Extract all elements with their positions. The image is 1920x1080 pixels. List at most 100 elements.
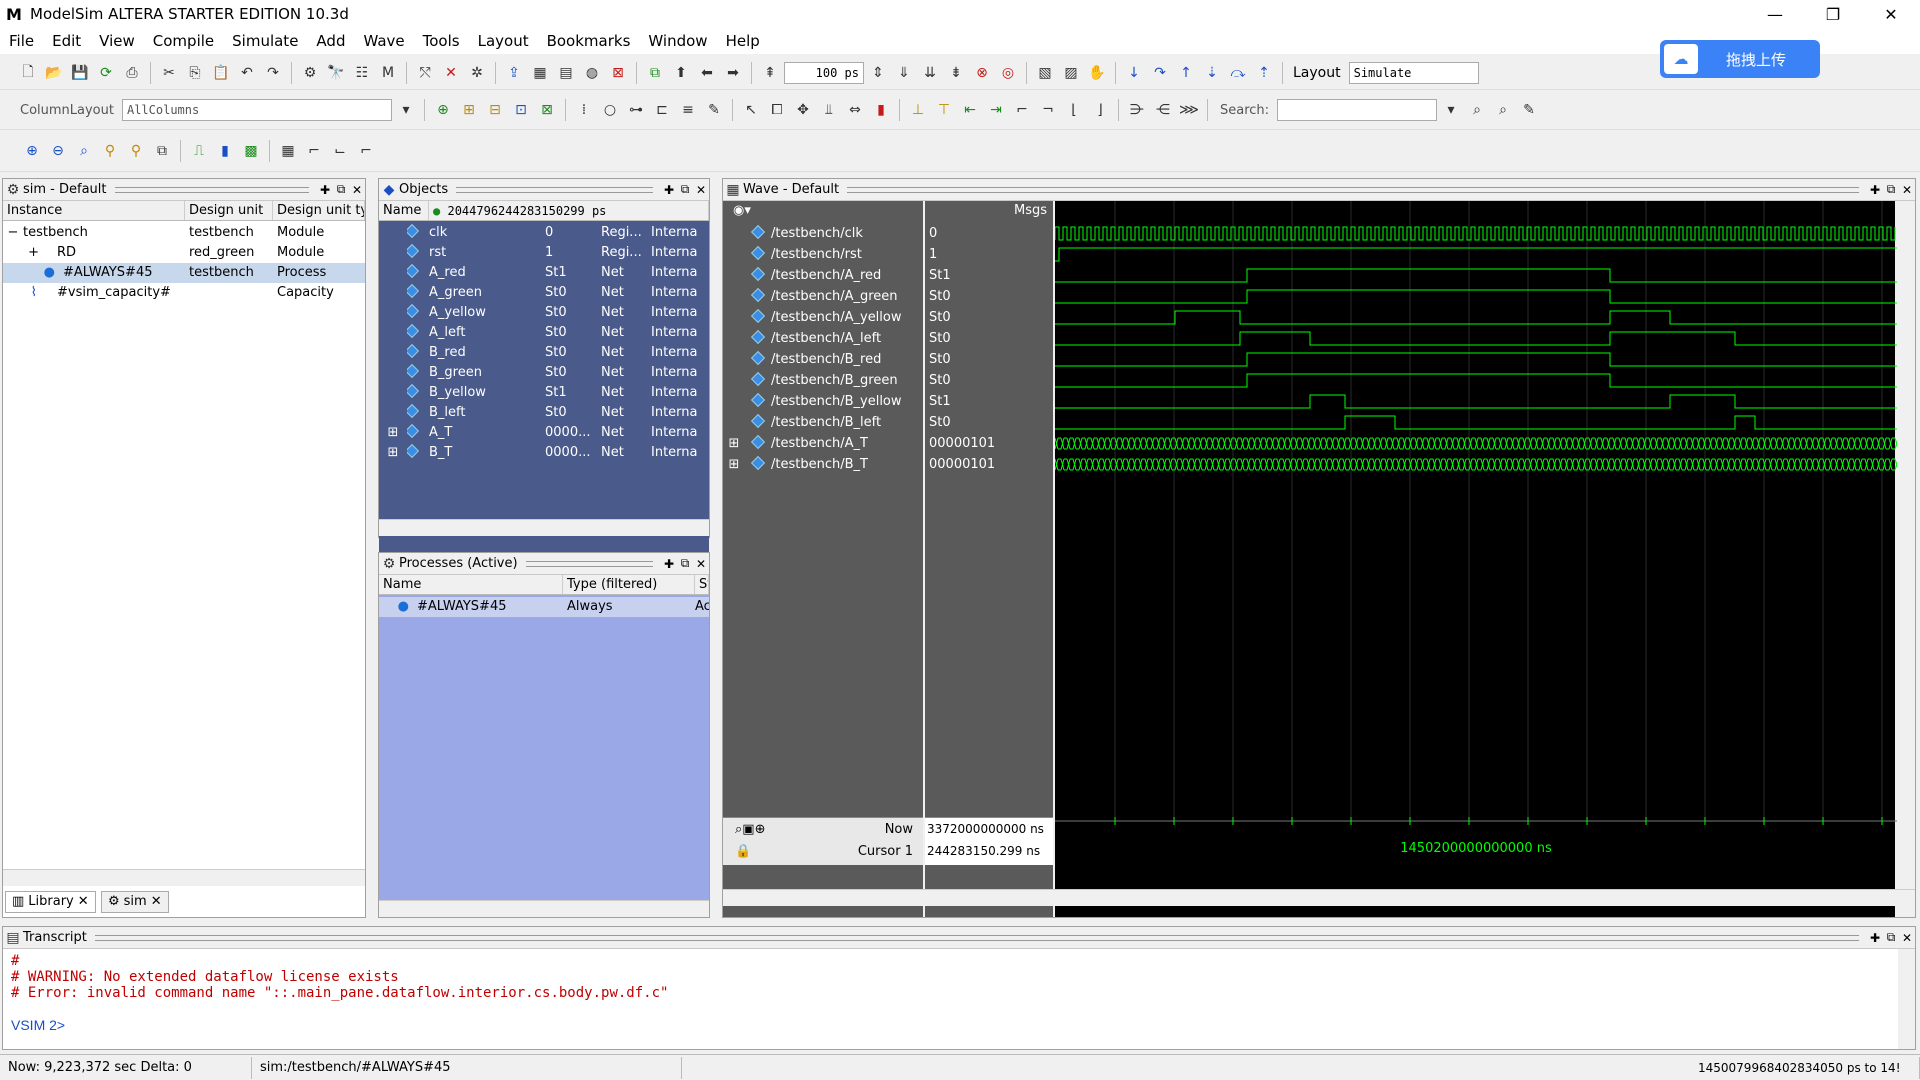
dataflow-icon[interactable]: ▦ [528, 61, 552, 85]
wave-signal-name[interactable]: /testbench/rst [723, 244, 862, 265]
redo-icon[interactable]: ↷ [261, 61, 285, 85]
process-row[interactable]: ● #ALWAYS#45 Always Ac [379, 597, 709, 617]
tab-close-icon[interactable]: ✕ [78, 892, 89, 912]
wave-canvas[interactable]: 1450200000000000 ns [1055, 201, 1897, 917]
object-row[interactable]: B_green St0 Net Interna [379, 363, 709, 383]
pane-add-icon[interactable]: ✚ [317, 183, 333, 197]
wave-style-1-icon[interactable]: ⎍ [187, 139, 211, 163]
zoom-mode-icon[interactable]: ⧠ [765, 98, 789, 122]
wave-style-2-icon[interactable]: ▮ [213, 139, 237, 163]
wave-signal-name[interactable]: /testbench/B_green [723, 370, 898, 391]
close-button[interactable]: ✕ [1862, 0, 1920, 28]
pane-close-icon[interactable]: ✕ [1899, 183, 1915, 197]
open-folder-icon[interactable]: 📂 [42, 61, 66, 85]
step-out-all-icon[interactable]: ⇡ [1252, 61, 1276, 85]
object-row[interactable]: B_left St0 Net Interna [379, 403, 709, 423]
continue-icon[interactable]: ⇊ [918, 61, 942, 85]
insert-cursor-icon[interactable]: ⊥ [906, 98, 930, 122]
time-column[interactable]: ● 20447962442831502​99 ps [429, 201, 709, 220]
performance-icon[interactable]: ▧ [1033, 61, 1057, 85]
format-icon[interactable]: ⋙ [1177, 98, 1201, 122]
step-over-icon[interactable]: ↷ [1148, 61, 1172, 85]
wave-signal-name[interactable]: ⊞ /testbench/B_T [723, 454, 868, 475]
memory-icon[interactable]: ▤ [554, 61, 578, 85]
edge-4-icon[interactable]: ⌋ [1088, 98, 1112, 122]
wave-style-3-icon[interactable]: ▩ [239, 139, 263, 163]
delete-icon[interactable]: ✕ [439, 61, 463, 85]
objects-hscroll[interactable] [379, 519, 709, 536]
wave-style-6-icon[interactable]: ⌙ [328, 139, 352, 163]
insert-breakpoint-icon[interactable]: ⤲ [413, 61, 437, 85]
wave-signal-name[interactable]: /testbench/A_red [723, 265, 881, 286]
wave-signal-name[interactable]: /testbench/B_yellow [723, 391, 902, 412]
cut-icon[interactable]: ✂ [157, 61, 181, 85]
wave-signal-name[interactable]: /testbench/clk [723, 223, 863, 244]
col-name[interactable]: Name [379, 201, 429, 220]
pane-undock-icon[interactable]: ⧉ [1883, 182, 1899, 197]
pane-undock-icon[interactable]: ⧉ [1883, 930, 1899, 945]
print-icon[interactable]: ⎙ [120, 61, 144, 85]
hand-icon[interactable]: ✋ [1085, 61, 1109, 85]
run-icon[interactable]: ⇓ [892, 61, 916, 85]
wave-group-icon[interactable]: ◉▾ [733, 203, 751, 218]
menu-bookmarks[interactable]: Bookmarks [538, 32, 640, 50]
col-type[interactable]: Type (filtered) [563, 575, 695, 594]
object-row[interactable]: A_red St1 Net Interna [379, 263, 709, 283]
object-row[interactable]: B_yellow St1 Net Interna [379, 383, 709, 403]
paste-icon[interactable]: 📋 [209, 61, 233, 85]
edge-3-icon[interactable]: ⌊ [1062, 98, 1086, 122]
stretch-icon[interactable]: ⇔ [843, 98, 867, 122]
signal-icon[interactable]: ▮ [869, 98, 893, 122]
expand-toggle-icon[interactable]: ⊞ [723, 433, 745, 454]
processes-hscroll[interactable] [379, 900, 709, 917]
minimize-button[interactable]: — [1746, 0, 1804, 28]
edit-mode-icon[interactable]: ⫫ [817, 98, 841, 122]
wave-style-5-icon[interactable]: ⌐ [302, 139, 326, 163]
edge-1-icon[interactable]: ⌐ [1010, 98, 1034, 122]
menu-view[interactable]: View [90, 32, 144, 50]
menu-window[interactable]: Window [639, 32, 716, 50]
prev-edge-icon[interactable]: ⇤ [958, 98, 982, 122]
wave-hscroll[interactable] [723, 889, 1915, 906]
wave-signal-name[interactable]: /testbench/A_green [723, 286, 898, 307]
up-arrow-icon[interactable]: ⬆ [669, 61, 693, 85]
filter-inout-icon[interactable]: ⊶ [624, 98, 648, 122]
step-out-icon[interactable]: ↑ [1174, 61, 1198, 85]
object-row[interactable]: A_yellow St0 Net Interna [379, 303, 709, 323]
object-row[interactable]: A_left St0 Net Interna [379, 323, 709, 343]
search-next-icon[interactable]: ⌕ [1465, 98, 1489, 122]
sim-hscroll[interactable] [3, 869, 365, 886]
filter-output-icon[interactable]: ○ [598, 98, 622, 122]
select-mode-icon[interactable]: ↖ [739, 98, 763, 122]
search-options-icon[interactable]: ✎ [1517, 98, 1541, 122]
filter-input-icon[interactable]: ⁞ [572, 98, 596, 122]
search-prev-icon[interactable]: ⌕ [1491, 98, 1515, 122]
transcript-body[interactable]: # # WARNING: No extended dataflow licens… [3, 949, 1898, 1049]
pane-close-icon[interactable]: ✕ [349, 183, 365, 197]
tab-library[interactable]: ▥ Library ✕ [5, 891, 96, 913]
step-over-all-icon[interactable]: ⤼ [1226, 61, 1250, 85]
cursor-lock-icon[interactable]: 🔒 [735, 844, 751, 859]
profile-icon[interactable]: ◍ [580, 61, 604, 85]
save-icon[interactable]: 💾 [68, 61, 92, 85]
wave-style-4-icon[interactable]: ▦ [276, 139, 300, 163]
menu-file[interactable]: File [0, 32, 43, 50]
delete-cursor-icon[interactable]: ⊤ [932, 98, 956, 122]
zoom-range-icon[interactable]: ⚲ [124, 139, 148, 163]
menu-help[interactable]: Help [717, 32, 769, 50]
memory-profile-icon[interactable]: ▨ [1059, 61, 1083, 85]
edge-2-icon[interactable]: ¬ [1036, 98, 1060, 122]
wave-signal-name[interactable]: /testbench/A_yellow [723, 307, 902, 328]
pane-undock-icon[interactable]: ⧉ [677, 182, 693, 197]
menu-add[interactable]: Add [307, 32, 354, 50]
add-wave-icon[interactable]: ⊕ [431, 98, 455, 122]
copy-icon[interactable]: ⎘ [183, 61, 207, 85]
add-dataflow-icon[interactable]: ⊡ [509, 98, 533, 122]
wave-signal-name[interactable]: ⊞ /testbench/A_T [723, 433, 868, 454]
wave-signal-name[interactable]: /testbench/B_left [723, 412, 881, 433]
expand-toggle-icon[interactable]: ⊞ [379, 423, 407, 443]
expand-toggle-icon[interactable]: ⊞ [379, 443, 407, 463]
object-row[interactable]: clk 0 Regi... Interna [379, 223, 709, 243]
menu-edit[interactable]: Edit [43, 32, 90, 50]
stop-icon[interactable]: ◎ [996, 61, 1020, 85]
